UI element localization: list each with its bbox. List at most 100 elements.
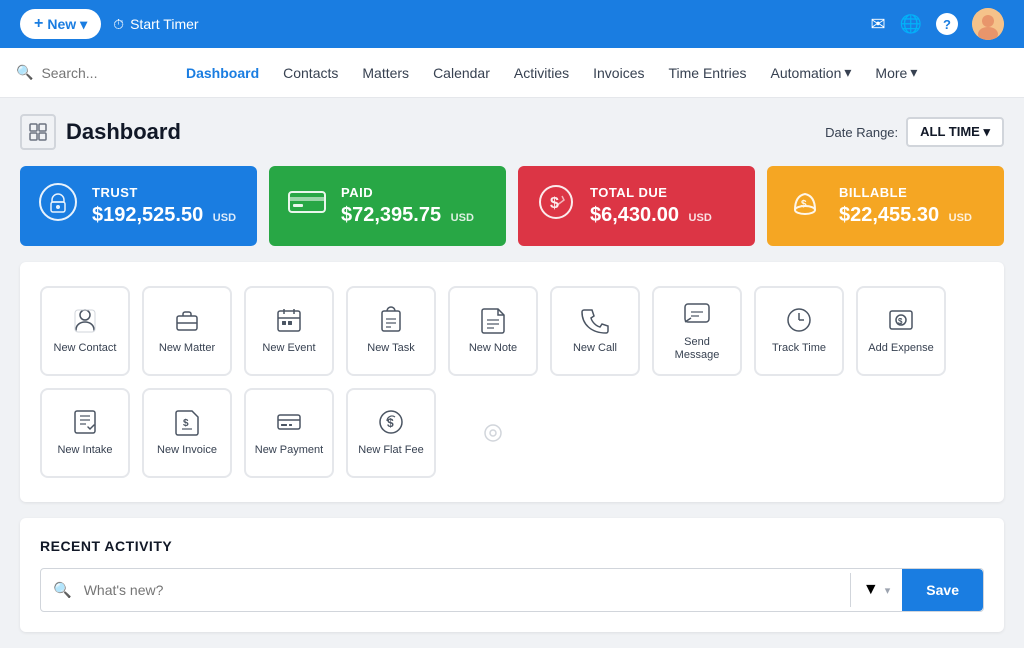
nav-activities[interactable]: Activities (504, 59, 579, 87)
paid-label: PAID (341, 185, 488, 200)
filter-area[interactable]: ▼ ▾ (850, 573, 902, 607)
nav-contacts[interactable]: Contacts (273, 59, 348, 87)
track-time-button[interactable]: Track Time (754, 286, 844, 376)
paid-card[interactable]: PAID $72,395.75 USD (269, 166, 506, 246)
mail-icon[interactable]: ✉ (870, 14, 885, 35)
new-note-label: New Note (469, 342, 517, 355)
nav-matters[interactable]: Matters (352, 59, 419, 87)
search-icon: 🔍 (16, 64, 33, 81)
new-matter-label: New Matter (159, 342, 215, 355)
top-bar: + New ▾ ⏱ Start Timer ✉ 🌐 ? (0, 0, 1024, 48)
date-range-label: Date Range: (825, 125, 898, 140)
nav-dashboard[interactable]: Dashboard (176, 59, 269, 87)
add-expense-button[interactable]: $ Add Expense (856, 286, 946, 376)
quick-actions-grid: New Contact New Matter (40, 286, 984, 478)
paid-icon (287, 186, 327, 226)
globe-icon[interactable]: 🌐 (900, 14, 922, 35)
chevron-down-icon: ▾ (844, 64, 851, 81)
start-timer-button[interactable]: ⏱ Start Timer (113, 16, 198, 33)
nav-more[interactable]: More ▾ (865, 58, 927, 87)
svg-text:$: $ (550, 195, 559, 212)
new-call-button[interactable]: New Call (550, 286, 640, 376)
new-intake-button[interactable]: New Intake (40, 388, 130, 478)
new-contact-label: New Contact (54, 342, 117, 355)
avatar[interactable] (972, 8, 1004, 40)
invoice-icon: $ (173, 408, 201, 436)
top-bar-right: ✉ 🌐 ? (870, 8, 1004, 40)
new-task-button[interactable]: New Task (346, 286, 436, 376)
paid-info: PAID $72,395.75 USD (341, 185, 488, 227)
recent-activity-panel: RECENT ACTIVITY 🔍 ▼ ▾ Save (20, 518, 1004, 632)
billable-card[interactable]: $ BILLABLE $22,455.30 USD (767, 166, 1004, 246)
total-due-value: $6,430.00 USD (590, 204, 737, 227)
new-button[interactable]: + New ▾ (20, 9, 101, 39)
ghost-placeholder (448, 388, 538, 478)
nav-automation[interactable]: Automation ▾ (761, 58, 862, 87)
new-matter-button[interactable]: New Matter (142, 286, 232, 376)
intake-icon (71, 408, 99, 436)
date-range-area: Date Range: ALL TIME ▾ (825, 117, 1004, 147)
save-button[interactable]: Save (902, 569, 983, 611)
new-intake-label: New Intake (57, 444, 112, 457)
svg-text:$: $ (801, 199, 807, 210)
expense-icon: $ (887, 306, 915, 334)
billable-info: BILLABLE $22,455.30 USD (839, 185, 986, 227)
new-call-label: New Call (573, 342, 617, 355)
quick-actions-panel: New Contact New Matter (20, 262, 1004, 502)
new-note-button[interactable]: New Note (448, 286, 538, 376)
total-due-card[interactable]: $ TOTAL DUE $6,430.00 USD (518, 166, 755, 246)
send-message-button[interactable]: Send Message (652, 286, 742, 376)
new-event-button[interactable]: New Event (244, 286, 334, 376)
trust-card[interactable]: TRUST $192,525.50 USD (20, 166, 257, 246)
briefcase-icon (173, 306, 201, 334)
date-range-button[interactable]: ALL TIME ▾ (906, 117, 1004, 147)
billable-value: $22,455.30 USD (839, 204, 986, 227)
phone-icon (581, 306, 609, 334)
page-header: Dashboard Date Range: ALL TIME ▾ (20, 114, 1004, 150)
page-content: Dashboard Date Range: ALL TIME ▾ TRUST $… (0, 98, 1024, 648)
clipboard-icon (377, 306, 405, 334)
add-expense-label: Add Expense (868, 342, 933, 355)
billable-icon: $ (785, 182, 825, 230)
new-task-label: New Task (367, 342, 414, 355)
chevron-down-icon: ▾ (80, 16, 87, 33)
trust-label: TRUST (92, 185, 239, 200)
new-payment-button[interactable]: New Payment (244, 388, 334, 478)
timer-icon: ⏱ (113, 16, 124, 33)
nav-links: Dashboard Contacts Matters Calendar Acti… (176, 58, 1008, 87)
svg-text:$: $ (183, 418, 189, 429)
new-event-label: New Event (262, 342, 315, 355)
svg-text:$: $ (898, 317, 903, 326)
top-bar-left: + New ▾ ⏱ Start Timer (20, 9, 199, 39)
plus-icon: + (34, 15, 43, 33)
nav-time-entries[interactable]: Time Entries (658, 59, 756, 87)
nav-invoices[interactable]: Invoices (583, 59, 654, 87)
dashboard-icon (20, 114, 56, 150)
activity-search-input[interactable] (84, 572, 850, 608)
clock-icon (785, 306, 813, 334)
nav-bar: 🔍 Dashboard Contacts Matters Calendar Ac… (0, 48, 1024, 98)
new-invoice-label: New Invoice (157, 444, 217, 457)
avatar-image (972, 8, 1004, 40)
search-icon: 🔍 (41, 571, 84, 609)
stat-cards: TRUST $192,525.50 USD PAID $72,395.75 (20, 166, 1004, 246)
total-due-info: TOTAL DUE $6,430.00 USD (590, 185, 737, 227)
trust-value: $192,525.50 USD (92, 204, 239, 227)
start-timer-label: Start Timer (130, 16, 198, 32)
new-flat-fee-button[interactable]: $ New Flat Fee (346, 388, 436, 478)
search-input[interactable] (41, 65, 141, 81)
flatfee-icon: $ (377, 408, 405, 436)
new-contact-button[interactable]: New Contact (40, 286, 130, 376)
filter-caret: ▾ (885, 584, 891, 597)
chevron-down-icon: ▾ (910, 64, 917, 81)
message-icon (683, 300, 711, 328)
filter-icon: ▼ (863, 581, 879, 599)
page-title: Dashboard (66, 119, 181, 145)
paid-value: $72,395.75 USD (341, 204, 488, 227)
total-due-icon: $ (536, 182, 576, 230)
trust-info: TRUST $192,525.50 USD (92, 185, 239, 227)
new-invoice-button[interactable]: $ New Invoice (142, 388, 232, 478)
calendar-icon (275, 306, 303, 334)
nav-calendar[interactable]: Calendar (423, 59, 500, 87)
help-icon[interactable]: ? (936, 13, 958, 35)
